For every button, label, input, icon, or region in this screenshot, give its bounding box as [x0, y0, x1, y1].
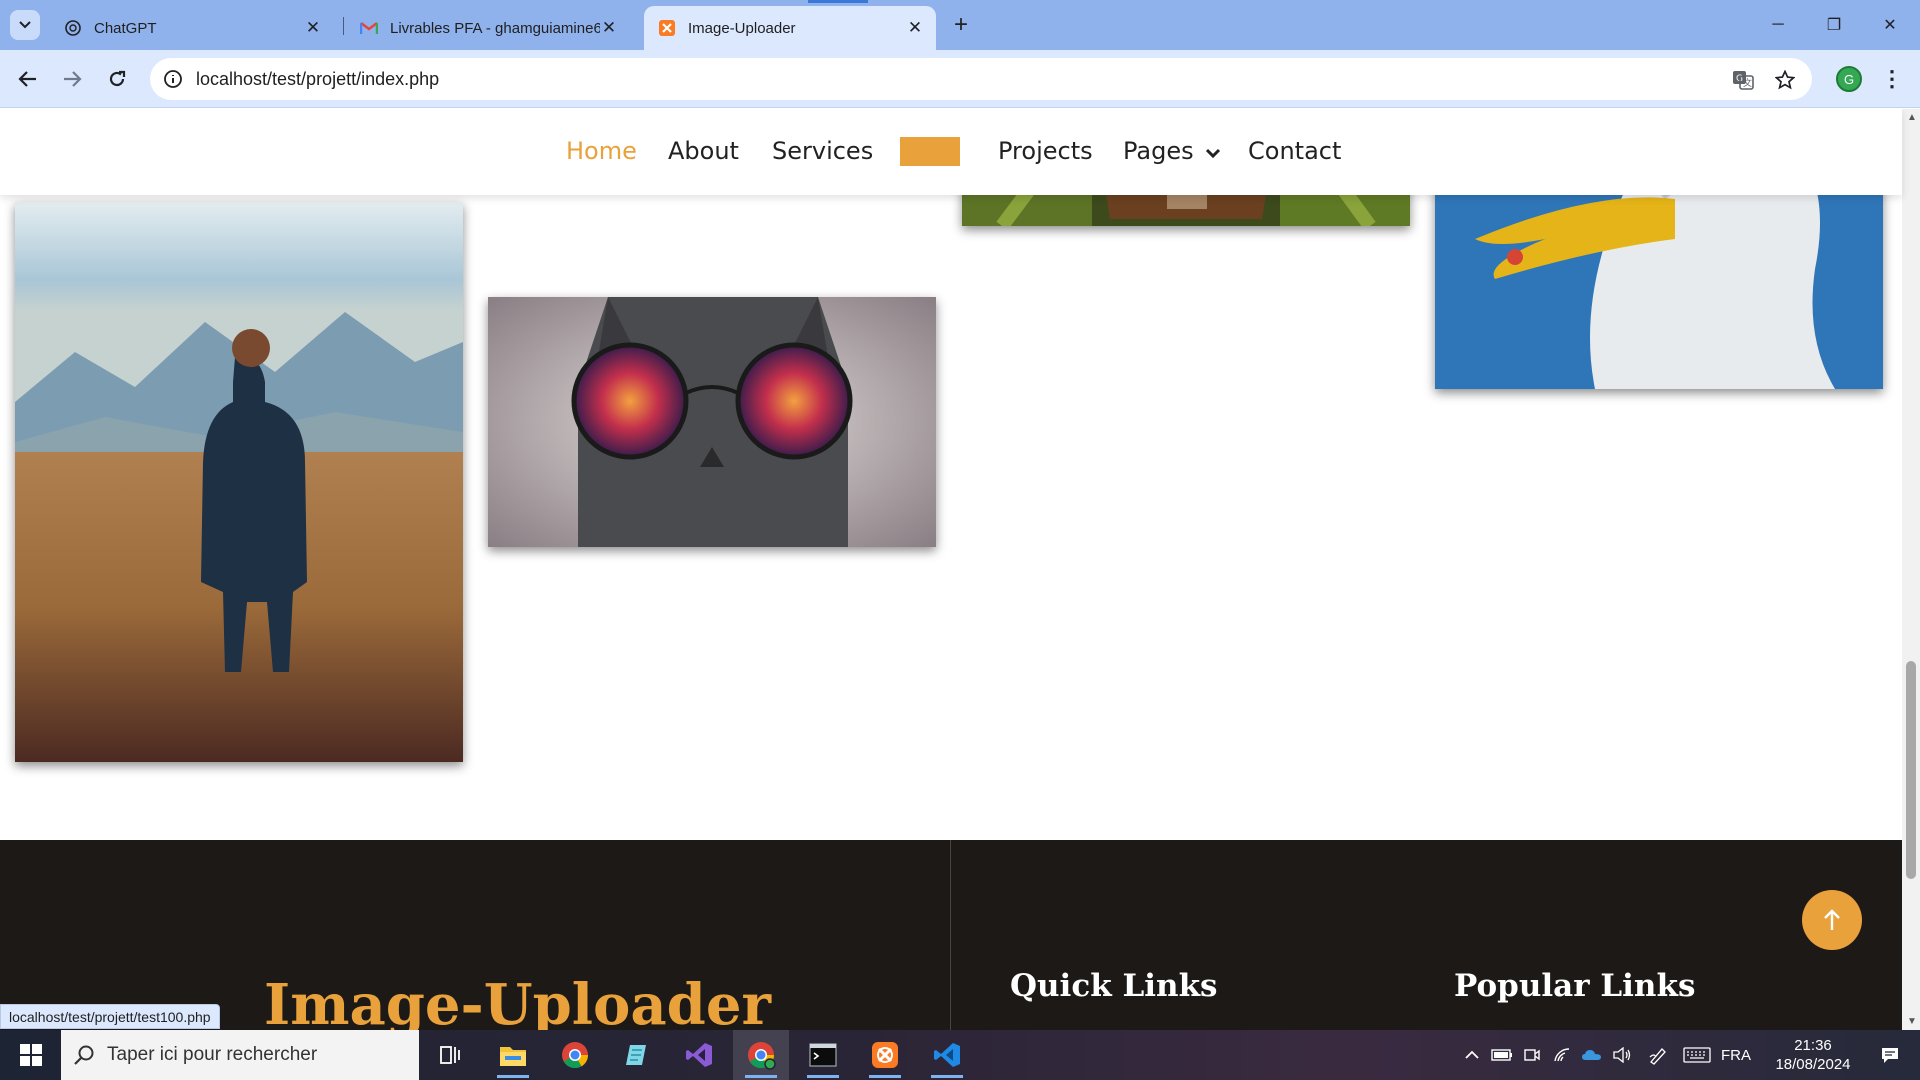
arrow-left-icon [18, 71, 36, 87]
scrollbar-thumb[interactable] [1906, 661, 1916, 879]
footer-brand-title[interactable]: Image-Uploader [264, 972, 771, 1030]
vscode-icon[interactable] [919, 1030, 975, 1080]
language-indicator[interactable]: FRA [1716, 1030, 1756, 1080]
tab-separator [343, 17, 344, 35]
battery-icon[interactable] [1488, 1030, 1516, 1080]
chevron-up-icon[interactable] [1460, 1030, 1484, 1080]
meet-now-icon[interactable] [1518, 1030, 1546, 1080]
minimize-button[interactable]: ─ [1750, 0, 1806, 50]
nav-projects-link[interactable]: Projects [998, 137, 1093, 165]
nav-pages-label: Pages [1123, 137, 1194, 165]
chevron-down-icon [19, 21, 31, 29]
gmail-icon [360, 19, 378, 37]
nav-logo-placeholder[interactable] [900, 137, 960, 166]
nav-services-link[interactable]: Services [772, 137, 873, 165]
scroll-up-arrow-icon[interactable]: ▲ [1907, 112, 1917, 123]
scroll-down-arrow-icon[interactable]: ▼ [1907, 1016, 1917, 1027]
chevron-down-icon [1206, 148, 1221, 159]
loading-indicator [808, 0, 868, 3]
tab-chatgpt[interactable]: ChatGPT ✕ [50, 6, 334, 50]
terminal-icon[interactable] [795, 1030, 851, 1080]
address-bar[interactable]: localhost/test/projett/index.php G文 [150, 58, 1812, 100]
xampp-icon[interactable] [857, 1030, 913, 1080]
notification-center-icon[interactable] [1868, 1030, 1912, 1080]
close-icon[interactable]: ✕ [600, 18, 618, 38]
notepad-icon[interactable] [609, 1030, 665, 1080]
taskbar-search-box[interactable]: Taper ici pour rechercher [61, 1030, 419, 1080]
wifi-icon[interactable] [1548, 1030, 1576, 1080]
status-bar-url: localhost/test/projett/test100.php [0, 1004, 220, 1029]
reload-icon [109, 70, 126, 87]
reload-button[interactable] [102, 64, 132, 94]
page-viewport: Home About Services Projects Pages Conta… [0, 109, 1920, 1030]
more-menu-icon[interactable]: ⋮ [1880, 64, 1904, 94]
arrow-right-icon [64, 71, 82, 87]
nav-contact-link[interactable]: Contact [1248, 137, 1341, 165]
task-view-icon[interactable] [422, 1030, 478, 1080]
nav-about-link[interactable]: About [668, 137, 739, 165]
windows-taskbar: Taper ici pour rechercher FRA 21:36 18/0… [0, 1030, 1920, 1080]
site-footer: Image-Uploader Quick Links Popular Links [0, 840, 1902, 1030]
onedrive-icon[interactable] [1578, 1030, 1606, 1080]
address-url: localhost/test/projett/index.php [196, 69, 440, 89]
system-clock[interactable]: 21:36 18/08/2024 [1758, 1036, 1868, 1074]
chatgpt-icon [64, 19, 82, 37]
clock-date: 18/08/2024 [1775, 1056, 1851, 1073]
xampp-icon [658, 19, 676, 37]
nav-home-link[interactable]: Home [566, 137, 637, 165]
keyboard-icon[interactable] [1680, 1030, 1714, 1080]
pen-icon[interactable] [1644, 1030, 1672, 1080]
close-icon[interactable]: ✕ [304, 18, 322, 38]
tab-gmail[interactable]: Livrables PFA - ghamguiamine6 ✕ [346, 6, 630, 50]
visual-studio-icon[interactable] [671, 1030, 727, 1080]
start-button[interactable] [8, 1030, 54, 1080]
cat-with-sunglasses-photo[interactable] [488, 297, 936, 547]
footer-divider [950, 840, 951, 1030]
back-button[interactable] [13, 64, 43, 94]
browser-tab-strip: ChatGPT ✕ Livrables PFA - ghamguiamine6 … [0, 0, 1920, 50]
browser-toolbar: localhost/test/projett/index.php G文 G ⋮ [0, 50, 1920, 108]
tab-title: Livrables PFA - ghamguiamine6 [390, 19, 600, 37]
forward-button[interactable] [57, 64, 87, 94]
chrome-icon[interactable] [547, 1030, 603, 1080]
translate-icon[interactable]: G文 [1730, 67, 1756, 93]
page-scrollbar[interactable]: ▲ ▼ [1902, 109, 1920, 1030]
tab-title: ChatGPT [94, 19, 157, 37]
svg-text:文: 文 [1743, 77, 1752, 89]
site-navbar: Home About Services Projects Pages Conta… [0, 109, 1902, 195]
profile-avatar[interactable]: G [1836, 66, 1862, 92]
windows-logo-icon [20, 1044, 42, 1066]
bookmark-star-icon[interactable] [1772, 67, 1798, 93]
tab-search-button[interactable] [10, 10, 40, 40]
popular-links-heading: Popular Links [1454, 968, 1696, 1004]
quick-links-heading: Quick Links [1010, 968, 1218, 1004]
restore-button[interactable]: ❐ [1806, 0, 1862, 50]
file-explorer-icon[interactable] [485, 1030, 541, 1080]
hiker-in-field-photo[interactable] [15, 202, 463, 762]
site-info-icon[interactable] [162, 68, 184, 90]
back-to-top-button[interactable] [1802, 890, 1862, 950]
close-window-button[interactable]: ✕ [1862, 0, 1918, 50]
clock-time: 21:36 [1794, 1037, 1832, 1054]
tab-title: Image-Uploader [688, 19, 796, 37]
new-tab-button[interactable]: + [946, 10, 976, 40]
search-icon [61, 1044, 107, 1066]
chrome-profile-icon[interactable] [733, 1030, 789, 1080]
volume-icon[interactable] [1608, 1030, 1636, 1080]
nav-pages-dropdown[interactable]: Pages [1123, 137, 1221, 165]
arrow-up-icon [1824, 909, 1840, 930]
tab-image-uploader[interactable]: Image-Uploader ✕ [644, 6, 936, 50]
close-icon[interactable]: ✕ [906, 18, 924, 38]
search-placeholder: Taper ici pour rechercher [107, 1044, 318, 1065]
